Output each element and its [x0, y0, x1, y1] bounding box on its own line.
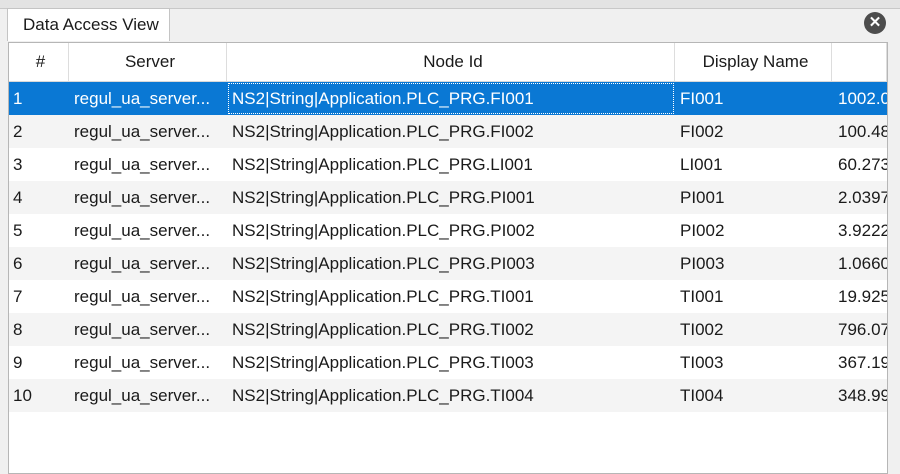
- table-row[interactable]: 5 regul_ua_server... NS2|String|Applicatio…: [9, 214, 887, 247]
- value-cell: 100.48: [838, 122, 887, 141]
- server-cell: regul_ua_server...: [74, 320, 211, 339]
- node-id-cell: NS2|String|Application.PLC_PRG.FI002: [232, 122, 534, 141]
- value-cell: 348.99: [838, 386, 887, 405]
- server-cell: regul_ua_server...: [74, 221, 211, 240]
- value-cell: 60.273: [838, 155, 887, 174]
- value-cell: 367.19: [838, 353, 887, 372]
- server-cell: regul_ua_server...: [74, 188, 211, 207]
- row-number-cell: 3: [13, 155, 23, 174]
- column-header-node-id[interactable]: Node Id: [227, 43, 675, 81]
- server-cell: regul_ua_server...: [74, 155, 211, 174]
- table-row[interactable]: 10 regul_ua_server... NS2|String|Applicati…: [9, 379, 887, 412]
- display-name-cell: TI004: [680, 386, 724, 405]
- node-id-cell: NS2|String|Application.PLC_PRG.PI002: [232, 221, 535, 240]
- display-name-cell: TI002: [680, 320, 724, 339]
- row-number-cell: 8: [13, 320, 23, 339]
- column-header-number[interactable]: #: [9, 43, 69, 81]
- table-row[interactable]: 6 regul_ua_server... NS2|String|Applicatio…: [9, 247, 887, 280]
- table-row[interactable]: 2 regul_ua_server... NS2|String|Applicatio…: [9, 115, 887, 148]
- table-row[interactable]: 1 regul_ua_server... NS2|String|Applicatio…: [9, 82, 887, 115]
- value-cell: 1.0660: [838, 254, 887, 273]
- display-name-cell: PI001: [680, 188, 725, 207]
- display-name-cell: LI001: [680, 155, 723, 174]
- display-name-cell: FI001: [680, 89, 724, 108]
- row-number-cell: 2: [13, 122, 23, 141]
- close-icon[interactable]: ✕: [864, 12, 886, 34]
- value-cell: 3.9222: [838, 221, 887, 240]
- display-name-cell: FI002: [680, 122, 724, 141]
- node-id-cell: NS2|String|Application.PLC_PRG.TI002: [232, 320, 534, 339]
- value-cell: 2.0397: [838, 188, 887, 207]
- column-header-server[interactable]: Server: [69, 43, 227, 81]
- table-header: # Server Node Id Display Name: [9, 43, 887, 82]
- node-id-cell: NS2|String|Application.PLC_PRG.FI001: [227, 82, 675, 115]
- value-cell: 796.07: [838, 320, 887, 339]
- data-access-table: # Server Node Id Display Name 1 regul_ua_…: [8, 42, 888, 474]
- server-cell: regul_ua_server...: [74, 254, 211, 273]
- table-row[interactable]: 8 regul_ua_server... NS2|String|Applicatio…: [9, 313, 887, 346]
- server-cell: regul_ua_server...: [74, 89, 211, 108]
- table-row[interactable]: 7 regul_ua_server... NS2|String|Applicatio…: [9, 280, 887, 313]
- column-header-value[interactable]: [832, 43, 887, 81]
- node-id-cell: NS2|String|Application.PLC_PRG.TI001: [232, 287, 534, 306]
- row-number-cell: 10: [13, 386, 32, 405]
- display-name-cell: TI003: [680, 353, 724, 372]
- tab-data-access-view[interactable]: Data Access View: [7, 8, 170, 41]
- server-cell: regul_ua_server...: [74, 122, 211, 141]
- row-number-cell: 5: [13, 221, 23, 240]
- node-id-cell: NS2|String|Application.PLC_PRG.LI001: [232, 155, 533, 174]
- row-number-cell: 9: [13, 353, 23, 372]
- server-cell: regul_ua_server...: [74, 353, 211, 372]
- row-number-cell: 1: [13, 89, 23, 108]
- tab-label: Data Access View: [23, 15, 159, 34]
- display-name-cell: PI002: [680, 221, 725, 240]
- node-id-cell: NS2|String|Application.PLC_PRG.PI003: [232, 254, 535, 273]
- table-row[interactable]: 9 regul_ua_server... NS2|String|Applicatio…: [9, 346, 887, 379]
- value-cell: 19.925: [838, 287, 887, 306]
- node-id-cell: NS2|String|Application.PLC_PRG.TI003: [232, 353, 534, 372]
- row-number-cell: 7: [13, 287, 23, 306]
- table-row[interactable]: 4 regul_ua_server... NS2|String|Applicatio…: [9, 181, 887, 214]
- row-number-cell: 4: [13, 188, 23, 207]
- node-id-cell: NS2|String|Application.PLC_PRG.TI004: [232, 386, 534, 405]
- server-cell: regul_ua_server...: [74, 287, 211, 306]
- row-number-cell: 6: [13, 254, 23, 273]
- server-cell: regul_ua_server...: [74, 386, 211, 405]
- table-row[interactable]: 3 regul_ua_server... NS2|String|Applicatio…: [9, 148, 887, 181]
- display-name-cell: PI003: [680, 254, 725, 273]
- node-id-cell: NS2|String|Application.PLC_PRG.PI001: [232, 188, 535, 207]
- value-cell: 1002.0: [838, 89, 887, 108]
- display-name-cell: TI001: [680, 287, 724, 306]
- column-header-display-name[interactable]: Display Name: [675, 43, 832, 81]
